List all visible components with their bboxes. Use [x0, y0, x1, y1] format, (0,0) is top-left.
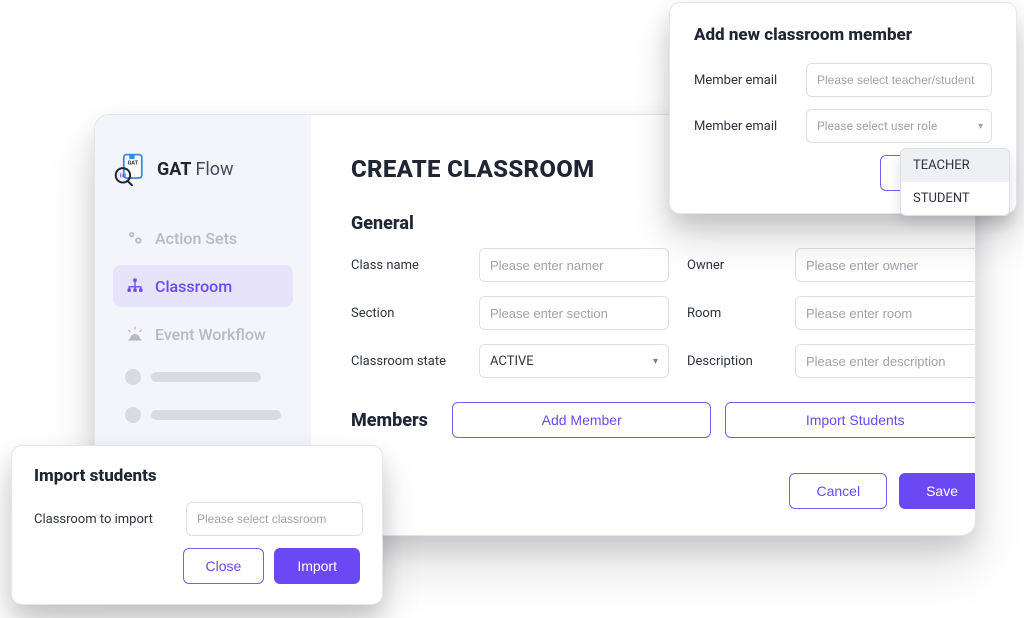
import-students-button[interactable]: Import Students — [725, 402, 975, 438]
label-class-name: Class name — [351, 258, 461, 273]
input-room[interactable] — [795, 296, 975, 330]
select-member-role[interactable]: Please select user role ▾ — [806, 109, 992, 143]
label-member-role: Member email — [694, 119, 794, 134]
chevron-down-icon: ▾ — [653, 356, 658, 367]
brand: GAT {a} GAT Flow — [113, 151, 293, 187]
import-close-button[interactable]: Close — [183, 548, 265, 584]
sidebar-nav: Action Sets Classroom — [113, 217, 293, 469]
chevron-down-icon: ▾ — [978, 121, 983, 132]
label-description: Description — [687, 354, 777, 369]
cancel-button[interactable]: Cancel — [789, 473, 887, 509]
modal-row-role: Member email Please select user role ▾ — [694, 109, 992, 143]
input-member-email[interactable] — [806, 63, 992, 97]
role-dropdown: TEACHER STUDENT — [900, 148, 1010, 216]
modal-row-classroom: Classroom to import — [34, 502, 360, 536]
brand-name: GAT Flow — [157, 159, 234, 180]
role-option-teacher[interactable]: TEACHER — [901, 149, 1009, 182]
select-state[interactable]: ACTIVE ▾ — [479, 344, 669, 378]
sidebar-item-label: Classroom — [155, 277, 232, 296]
import-submit-button[interactable]: Import — [274, 548, 360, 584]
alarm-icon — [125, 324, 145, 344]
gears-icon — [125, 228, 145, 248]
import-modal-title: Import students — [34, 466, 360, 486]
label-state: Classroom state — [351, 354, 461, 369]
sidebar-item-label: Event Workflow — [155, 325, 266, 344]
brand-icon: GAT {a} — [113, 151, 149, 187]
svg-text:{a}: {a} — [120, 172, 127, 179]
import-students-modal: Import students Classroom to import Clos… — [12, 446, 382, 604]
members-row: Members Add Member Import Students — [351, 402, 975, 438]
input-owner[interactable] — [795, 248, 975, 282]
label-member-email: Member email — [694, 73, 794, 88]
role-option-student[interactable]: STUDENT — [901, 182, 1009, 215]
svg-text:GAT: GAT — [128, 161, 139, 167]
select-role-placeholder: Please select user role — [817, 119, 937, 133]
label-room: Room — [687, 306, 777, 321]
sidebar-item-action-sets[interactable]: Action Sets — [113, 217, 293, 259]
modal-row-email: Member email — [694, 63, 992, 97]
hierarchy-icon — [125, 276, 145, 296]
add-member-button[interactable]: Add Member — [452, 402, 712, 438]
nav-skeleton-row — [113, 399, 293, 431]
label-section: Section — [351, 306, 461, 321]
save-button[interactable]: Save — [899, 473, 975, 509]
import-modal-actions: Close Import — [34, 548, 360, 584]
label-classroom-to-import: Classroom to import — [34, 512, 174, 527]
nav-skeleton-row — [113, 361, 293, 393]
footer-actions: Cancel Save — [351, 473, 975, 509]
select-state-value: ACTIVE — [490, 354, 534, 369]
general-heading: General — [351, 213, 975, 234]
input-class-name[interactable] — [479, 248, 669, 282]
members-heading: Members — [351, 410, 428, 431]
general-form: Class name Owner Section Room Classroom … — [351, 248, 975, 378]
sidebar-item-label: Action Sets — [155, 229, 237, 248]
label-owner: Owner — [687, 258, 777, 273]
sidebar-item-event-workflow[interactable]: Event Workflow — [113, 313, 293, 355]
input-description[interactable] — [795, 344, 975, 378]
sidebar-item-classroom[interactable]: Classroom — [113, 265, 293, 307]
input-section[interactable] — [479, 296, 669, 330]
input-classroom-to-import[interactable] — [186, 502, 363, 536]
add-member-modal-title: Add new classroom member — [694, 25, 992, 45]
